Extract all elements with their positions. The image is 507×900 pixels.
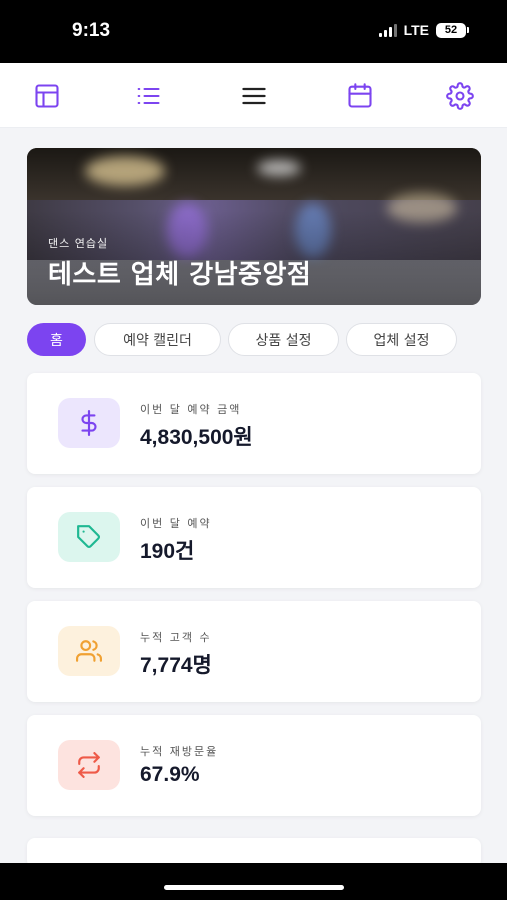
- nav-menu-button[interactable]: [237, 79, 271, 113]
- stat-label: 이번 달 예약: [140, 517, 212, 530]
- status-time: 9:13: [72, 20, 111, 41]
- stat-icon-badge: [58, 512, 120, 562]
- studio-banner: 댄스 연습실 테스트 업체 강남중앙점: [27, 148, 481, 305]
- tag-icon: [77, 525, 100, 548]
- tab-product-settings[interactable]: 상품 설정: [228, 323, 339, 356]
- battery-level: 52: [436, 22, 466, 38]
- stat-value: 4,830,500원: [140, 426, 253, 449]
- battery-icon: 52: [436, 22, 469, 38]
- tab-business-settings[interactable]: 업체 설정: [346, 323, 457, 356]
- list-icon: [137, 87, 160, 105]
- network-type: LTE: [403, 22, 429, 38]
- dollar-icon: [81, 410, 97, 436]
- nav-list-button[interactable]: [131, 79, 165, 113]
- stat-card-total-customers[interactable]: 누적 고객 수 7,774명: [27, 601, 481, 702]
- repeat-icon: [78, 752, 100, 778]
- home-indicator[interactable]: [164, 885, 344, 890]
- stat-card-revisit-rate[interactable]: 누적 재방문율 67.9%: [27, 715, 481, 816]
- stat-card-monthly-reservations[interactable]: 이번 달 예약 190건: [27, 487, 481, 588]
- stat-icon-badge: [58, 626, 120, 676]
- stat-label: 이번 달 예약 금액: [140, 403, 242, 416]
- calendar-icon: [348, 83, 372, 108]
- studio-name: 테스트 업체 강남중앙점: [48, 260, 312, 290]
- stat-card-monthly-revenue[interactable]: 이번 달 예약 금액 4,830,500원: [27, 373, 481, 474]
- signal-icon: [378, 23, 397, 37]
- settings-gear-icon: [446, 82, 474, 110]
- section-tabs: 홈 예약 캘린더 상품 설정 업체 설정: [27, 323, 487, 356]
- tab-reservation-calendar[interactable]: 예약 캘린더: [94, 323, 221, 356]
- stat-label: 누적 재방문율: [140, 745, 219, 758]
- studio-category: 댄스 연습실: [48, 237, 109, 250]
- tab-home[interactable]: 홈: [27, 323, 86, 356]
- dashboard-layout-icon: [35, 84, 59, 108]
- stat-value: 7,774명: [140, 654, 212, 677]
- home-bar: [0, 863, 507, 900]
- stat-value: 190건: [140, 540, 195, 563]
- nav-dashboard-button[interactable]: [30, 79, 64, 113]
- status-bar: 9:13 LTE 52: [0, 0, 507, 63]
- stat-icon-badge: [58, 398, 120, 448]
- users-icon: [76, 640, 102, 662]
- status-indicators: LTE 52: [378, 22, 469, 38]
- stat-icon-badge: [58, 740, 120, 790]
- stat-label: 누적 고객 수: [140, 631, 212, 644]
- top-navigation: [0, 63, 507, 128]
- hamburger-menu-icon: [242, 87, 266, 105]
- nav-settings-button[interactable]: [443, 79, 477, 113]
- nav-calendar-button[interactable]: [343, 79, 377, 113]
- stat-value: 67.9%: [140, 763, 200, 786]
